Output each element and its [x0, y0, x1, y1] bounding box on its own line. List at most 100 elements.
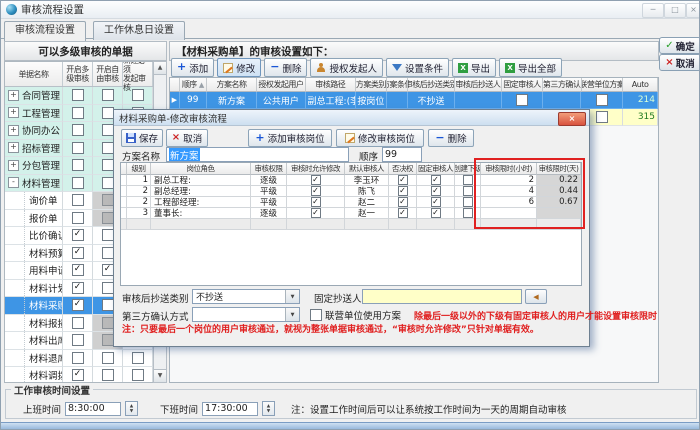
scroll-down-icon[interactable]: ▼ — [154, 369, 166, 382]
checkbox[interactable]: ✓ — [431, 197, 441, 207]
expand-icon[interactable]: + — [8, 107, 19, 118]
checkbox[interactable]: ✓ — [311, 175, 321, 185]
grid-column-header[interactable]: Auto — [623, 78, 658, 92]
checkbox[interactable] — [102, 247, 114, 259]
ok-button[interactable]: ✓ 确定 — [659, 37, 700, 54]
work-start-input[interactable] — [65, 402, 121, 416]
checkbox[interactable] — [72, 107, 84, 119]
checkbox[interactable] — [102, 142, 114, 154]
checkbox[interactable] — [596, 94, 608, 106]
checkbox[interactable] — [72, 334, 84, 346]
modify-button[interactable]: 修改 — [217, 58, 261, 77]
checkbox[interactable]: ✓ — [72, 369, 84, 381]
checkbox[interactable]: ✓ — [72, 264, 84, 276]
checkbox[interactable] — [102, 177, 114, 189]
grid-column-header[interactable]: 顺序▲ — [180, 78, 207, 92]
checkbox[interactable]: ✓ — [311, 186, 321, 196]
tab-audit-flow-settings[interactable]: 审核流程设置 — [4, 21, 86, 41]
checkbox[interactable] — [102, 124, 114, 136]
scheme-grid-row[interactable]: ▶99新方案公共用户副总工程:(李玉按岗位不抄送214 — [170, 92, 658, 109]
work-start-spinner[interactable]: ▲▼ — [125, 401, 138, 416]
expand-icon[interactable]: + — [8, 142, 19, 153]
checkbox[interactable]: ✓ — [72, 247, 84, 259]
checkbox[interactable] — [102, 159, 114, 171]
checkbox[interactable] — [102, 369, 114, 381]
dialog-column-header[interactable]: 创建下级 — [455, 163, 481, 175]
checkbox[interactable] — [463, 208, 473, 218]
close-button[interactable]: × — [686, 3, 700, 18]
work-end-spinner[interactable]: ▲▼ — [262, 401, 275, 416]
fixed-copy-input[interactable] — [362, 289, 522, 304]
minimize-button[interactable]: ─ — [642, 3, 664, 18]
checkbox[interactable] — [72, 177, 84, 189]
grid-column-header[interactable]: 方案名称 — [207, 78, 257, 92]
dialog-close-button[interactable]: × — [558, 112, 586, 126]
checkbox[interactable]: ✓ — [102, 264, 114, 276]
doc-tree-row[interactable]: 材料退库单 — [5, 350, 166, 368]
dialog-column-header[interactable]: 审核时允许修改 — [287, 163, 345, 175]
dialog-column-header[interactable]: 固定审核人 — [417, 163, 455, 175]
checkbox[interactable] — [463, 197, 473, 207]
checkbox[interactable] — [72, 89, 84, 101]
checkbox[interactable]: ✓ — [431, 175, 441, 185]
export-button[interactable]: 导出 — [452, 58, 496, 77]
doc-tree-row[interactable]: 材料调拨单✓ — [5, 367, 166, 383]
dialog-column-header[interactable]: 级别 — [127, 163, 151, 175]
expand-icon[interactable]: + — [8, 90, 19, 101]
grid-column-header[interactable]: 联营单位方案 — [582, 78, 624, 92]
audit-post-row[interactable] — [121, 219, 581, 230]
checkbox[interactable] — [102, 299, 114, 311]
scheme-name-input[interactable]: 新方案 — [166, 147, 349, 162]
dialog-column-header[interactable]: 默认审核人 — [345, 163, 389, 175]
authorize-initiator-button[interactable]: 授权发起人 — [310, 58, 383, 77]
expand-icon[interactable]: + — [8, 125, 19, 136]
grid-column-header[interactable]: 第三方确认 — [543, 78, 582, 92]
doc-tree-row[interactable]: +合同管理 — [5, 87, 166, 105]
spin-down-icon[interactable]: ▼ — [267, 409, 270, 414]
checkbox[interactable]: ✓ — [72, 299, 84, 311]
checkbox[interactable]: ✓ — [398, 208, 408, 218]
checkbox[interactable] — [132, 352, 144, 364]
audit-post-row[interactable]: 2工程部经理:平级✓赵二✓✓60.67 — [121, 197, 581, 208]
dialog-column-header[interactable]: 审核限时(天) — [537, 163, 581, 175]
order-input[interactable]: 99 — [382, 147, 422, 162]
checkbox[interactable]: ✓ — [311, 208, 321, 218]
checkbox[interactable]: ✓ — [398, 175, 408, 185]
grid-column-header[interactable]: 方案条件 — [387, 78, 408, 92]
delete-post-button[interactable]: 删除 — [428, 129, 474, 147]
cancel-button[interactable]: × 取消 — [659, 54, 700, 71]
grid-column-header[interactable]: 审核后抄送人 — [455, 78, 502, 92]
checkbox[interactable] — [72, 212, 84, 224]
expand-icon[interactable]: + — [8, 160, 19, 171]
audit-post-row[interactable]: 1副总工程:逐级✓李玉环✓✓20.22 — [121, 175, 581, 186]
checkbox[interactable] — [132, 89, 144, 101]
checkbox[interactable] — [102, 282, 114, 294]
add-button[interactable]: 添加 — [171, 58, 214, 77]
export-all-button[interactable]: 导出全部 — [499, 58, 562, 77]
checkbox[interactable] — [72, 194, 84, 206]
copy-type-select[interactable]: 不抄送 ▼ — [192, 289, 300, 304]
checkbox[interactable]: ✓ — [398, 197, 408, 207]
maximize-button[interactable]: □ — [664, 3, 686, 18]
checkbox[interactable] — [463, 186, 473, 196]
checkbox[interactable]: ✓ — [72, 282, 84, 294]
checkbox[interactable] — [72, 159, 84, 171]
scroll-up-icon[interactable]: ▲ — [154, 62, 166, 75]
checkbox[interactable] — [72, 142, 84, 154]
third-party-select[interactable]: ▼ — [192, 307, 300, 322]
grid-column-header[interactable]: 审核路径 — [306, 78, 356, 92]
checkbox[interactable]: ✓ — [72, 229, 84, 241]
dialog-column-header[interactable]: 审核限时(小时) — [481, 163, 537, 175]
checkbox[interactable]: ✓ — [311, 197, 321, 207]
joint-unit-checkbox[interactable] — [310, 309, 322, 321]
checkbox[interactable] — [516, 94, 528, 106]
checkbox[interactable] — [463, 175, 473, 185]
checkbox[interactable] — [72, 124, 84, 136]
checkbox[interactable]: ✓ — [431, 186, 441, 196]
delete-button[interactable]: 删除 — [264, 58, 307, 77]
dialog-column-header[interactable]: 审核权限 — [251, 163, 287, 175]
set-condition-button[interactable]: 设置条件 — [386, 58, 449, 77]
checkbox[interactable] — [102, 229, 114, 241]
save-button[interactable]: 保存 — [121, 129, 163, 147]
dialog-cancel-button[interactable]: × 取消 — [166, 129, 208, 147]
